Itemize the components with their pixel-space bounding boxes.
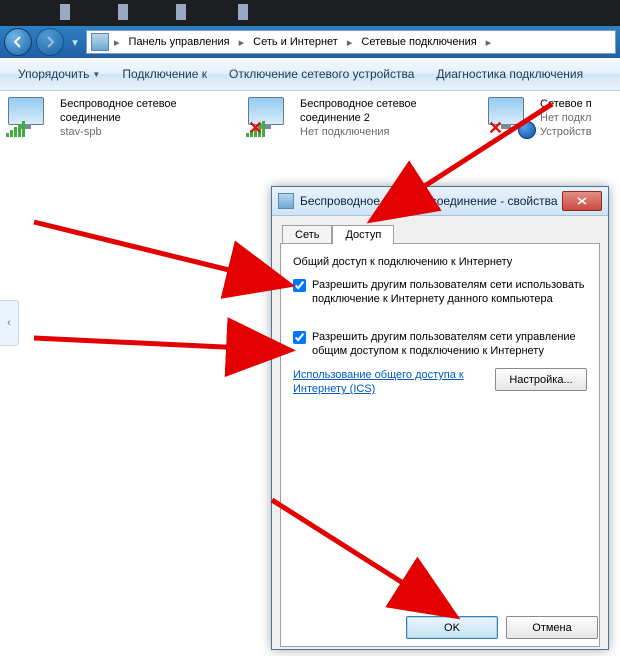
- dialog-buttons: OK Отмена: [406, 616, 598, 639]
- connection-name: Сетевое п: [540, 97, 592, 111]
- diagnose-connection[interactable]: Диагностика подключения: [428, 63, 591, 85]
- chevron-right-icon[interactable]: ▸: [483, 36, 495, 49]
- connection-name: Беспроводное сетевое соединение: [60, 97, 236, 125]
- chevron-right-icon[interactable]: ▸: [111, 36, 123, 49]
- command-bar: Упорядочить ▼ Подключение к Отключение с…: [0, 58, 620, 91]
- bc-network[interactable]: Сеть и Интернет: [247, 31, 344, 53]
- connection-item[interactable]: ✕ Сетевое п Нет подкл Устройств: [486, 97, 596, 187]
- connection-status: stav-spb: [60, 125, 236, 139]
- connection-status-2: Устройств: [540, 125, 592, 139]
- dialog-title: Беспроводное сетевое соединение - свойст…: [300, 194, 562, 208]
- properties-dialog: Беспроводное сетевое соединение - свойст…: [271, 186, 609, 650]
- nav-history-dropdown[interactable]: ▾: [68, 36, 82, 49]
- nav-bar: ▾ ▸ Панель управления ▸ Сеть и Интернет …: [0, 26, 620, 58]
- allow-share-checkbox[interactable]: [293, 279, 306, 292]
- tab-strip: Сеть Доступ: [272, 216, 608, 243]
- ics-help-link[interactable]: Использование общего доступа к Интернету…: [293, 368, 473, 396]
- x-icon: ✕: [248, 119, 266, 137]
- explorer-window: ▾ ▸ Панель управления ▸ Сеть и Интернет …: [0, 0, 620, 656]
- dialog-icon: [278, 193, 294, 209]
- connections-list: Беспроводное сетевое соединение stav-spb…: [0, 91, 620, 194]
- chevron-right-icon[interactable]: ▸: [236, 36, 248, 49]
- ok-button[interactable]: OK: [406, 616, 498, 639]
- scroll-left-button[interactable]: ‹: [0, 300, 19, 346]
- allow-share-label: Разрешить другим пользователям сети испо…: [312, 278, 587, 306]
- tab-panel-sharing: Общий доступ к подключению к Интернету Р…: [280, 243, 600, 647]
- connection-item[interactable]: ✕ Беспроводное сетевое соединение 2 Нет …: [246, 97, 476, 187]
- back-button[interactable]: [4, 28, 32, 56]
- bluetooth-icon: [518, 121, 536, 139]
- taskbar-strip: [0, 0, 620, 26]
- bc-connections[interactable]: Сетевые подключения: [355, 31, 482, 53]
- x-icon: ✕: [488, 119, 506, 137]
- disable-device[interactable]: Отключение сетевого устройства: [221, 63, 422, 85]
- tab-network[interactable]: Сеть: [282, 225, 332, 244]
- settings-button[interactable]: Настройка...: [495, 368, 587, 391]
- forward-button[interactable]: [36, 28, 64, 56]
- cancel-button[interactable]: Отмена: [506, 616, 598, 639]
- group-title: Общий доступ к подключению к Интернету: [293, 256, 587, 268]
- close-button[interactable]: [562, 191, 602, 211]
- chevron-right-icon[interactable]: ▸: [344, 36, 356, 49]
- wifi-disconnected-icon: ✕: [246, 97, 294, 137]
- wifi-icon: [6, 97, 54, 137]
- bc-control-panel[interactable]: Панель управления: [123, 31, 236, 53]
- breadcrumb-icon: [91, 33, 109, 51]
- connection-status: Нет подкл: [540, 111, 592, 125]
- breadcrumb[interactable]: ▸ Панель управления ▸ Сеть и Интернет ▸ …: [86, 30, 616, 54]
- connection-status: Нет подключения: [300, 125, 476, 139]
- connection-item[interactable]: Беспроводное сетевое соединение stav-spb: [6, 97, 236, 187]
- allow-control-checkbox[interactable]: [293, 331, 306, 344]
- connection-name: Беспроводное сетевое соединение 2: [300, 97, 476, 125]
- chevron-down-icon: ▼: [92, 70, 100, 79]
- organize-menu[interactable]: Упорядочить ▼: [10, 63, 108, 85]
- allow-control-label: Разрешить другим пользователям сети упра…: [312, 330, 587, 358]
- dialog-titlebar[interactable]: Беспроводное сетевое соединение - свойст…: [272, 187, 608, 216]
- ethernet-bluetooth-icon: ✕: [486, 97, 534, 137]
- connect-to-menu[interactable]: Подключение к: [114, 63, 215, 85]
- tab-sharing[interactable]: Доступ: [332, 225, 394, 244]
